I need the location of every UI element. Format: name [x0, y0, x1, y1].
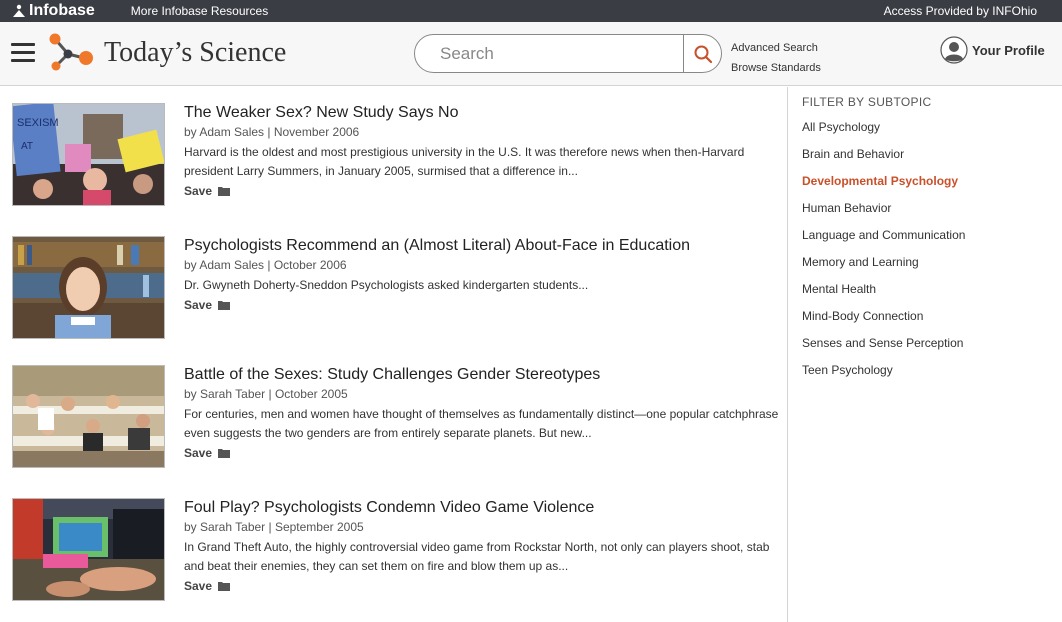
folder-icon — [218, 301, 231, 310]
more-resources-link[interactable]: More Infobase Resources — [131, 4, 268, 18]
subtopic-memory-and-learning[interactable]: Memory and Learning — [802, 253, 1062, 271]
article-title[interactable]: The Weaker Sex? New Study Says No — [184, 103, 784, 123]
profile-button[interactable]: Your Profile — [940, 36, 1045, 64]
save-label: Save — [184, 298, 213, 312]
article-meta: by Sarah Taber | September 2005 — [184, 520, 364, 534]
search-input[interactable] — [415, 35, 683, 72]
article-title[interactable]: Psychologists Recommend an (Almost Liter… — [184, 236, 784, 256]
save-button[interactable]: Save — [184, 579, 784, 593]
advanced-search-link[interactable]: Advanced Search — [731, 38, 821, 58]
folder-icon — [218, 187, 231, 196]
folder-icon — [218, 582, 231, 591]
infobase-logo-text: Infobase — [29, 2, 95, 19]
article-snippet: Dr. Gwyneth Doherty-Sneddon Psychologist… — [184, 278, 589, 292]
article-meta: by Adam Sales | November 2006 — [184, 125, 360, 139]
search-box — [414, 34, 722, 73]
infobase-logo[interactable]: Infobase — [12, 2, 95, 20]
subtopic-developmental-psychology[interactable]: Developmental Psychology — [802, 172, 1062, 190]
girl-bookshelf-photo-image — [13, 237, 164, 338]
subtopic-teen-psychology[interactable]: Teen Psychology — [802, 361, 1062, 379]
article-thumbnail[interactable] — [12, 236, 165, 339]
user-avatar-icon — [940, 36, 968, 64]
top-bar: Infobase More Infobase Resources Access … — [0, 0, 1062, 22]
article-snippet: In Grand Theft Auto, the highly controve… — [184, 540, 770, 573]
banquet-photo-image — [13, 366, 164, 467]
subtopic-senses-and-sense-perception[interactable]: Senses and Sense Perception — [802, 334, 1062, 352]
article-snippet: Harvard is the oldest and most prestigio… — [184, 145, 745, 178]
save-label: Save — [184, 579, 213, 593]
save-label: Save — [184, 184, 213, 198]
subtopic-mental-health[interactable]: Mental Health — [802, 280, 1062, 298]
save-button[interactable]: Save — [184, 446, 784, 460]
access-provided-text: Access Provided by INFOhio — [883, 4, 1037, 18]
browse-standards-link[interactable]: Browse Standards — [731, 58, 821, 78]
profile-label: Your Profile — [972, 42, 1045, 58]
filter-heading: FILTER BY SUBTOPIC — [802, 95, 932, 109]
search-links: Advanced Search Browse Standards — [731, 38, 821, 78]
subtopic-brain-and-behavior[interactable]: Brain and Behavior — [802, 145, 1062, 163]
article-snippet: For centuries, men and women have though… — [184, 407, 779, 440]
site-header: Today’s Science Advanced Search Browse S… — [0, 22, 1062, 86]
article-body: Psychologists Recommend an (Almost Liter… — [184, 236, 784, 312]
svg-text:AT: AT — [21, 141, 33, 152]
search-icon — [694, 45, 712, 63]
subtopic-all-psychology[interactable]: All Psychology — [802, 118, 1062, 136]
svg-text:SEXISM: SEXISM — [17, 117, 59, 129]
article-title[interactable]: Foul Play? Psychologists Condemn Video G… — [184, 498, 784, 518]
article-body: Foul Play? Psychologists Condemn Video G… — [184, 498, 784, 593]
subtopic-language-and-communication[interactable]: Language and Communication — [802, 226, 1062, 244]
article-meta: by Sarah Taber | October 2005 — [184, 387, 348, 401]
arcade-game-photo-image — [13, 499, 164, 600]
article-thumbnail[interactable]: SEXISM AT — [12, 103, 165, 206]
article-meta: by Adam Sales | October 2006 — [184, 258, 347, 272]
site-title[interactable]: Today’s Science — [104, 37, 286, 69]
molecule-logo-icon[interactable] — [46, 32, 96, 74]
save-label: Save — [184, 446, 213, 460]
save-button[interactable]: Save — [184, 184, 784, 198]
subtopic-filter-sidebar: FILTER BY SUBTOPIC All Psychology Brain … — [787, 87, 1062, 622]
article-thumbnail[interactable] — [12, 498, 165, 601]
infobase-logo-icon — [13, 4, 25, 17]
menu-icon[interactable] — [11, 43, 35, 63]
protest-photo-image: SEXISM AT — [13, 104, 164, 205]
article-list: SEXISM AT The Weaker Sex? New Study Says… — [0, 87, 788, 622]
article-title[interactable]: Battle of the Sexes: Study Challenges Ge… — [184, 365, 784, 385]
article-body: The Weaker Sex? New Study Says No by Ada… — [184, 103, 784, 198]
folder-icon — [218, 449, 231, 458]
subtopic-mind-body-connection[interactable]: Mind-Body Connection — [802, 307, 1062, 325]
save-button[interactable]: Save — [184, 298, 784, 312]
subtopic-human-behavior[interactable]: Human Behavior — [802, 199, 1062, 217]
article-thumbnail[interactable] — [12, 365, 165, 468]
article-body: Battle of the Sexes: Study Challenges Ge… — [184, 365, 784, 460]
search-button[interactable] — [683, 35, 721, 72]
